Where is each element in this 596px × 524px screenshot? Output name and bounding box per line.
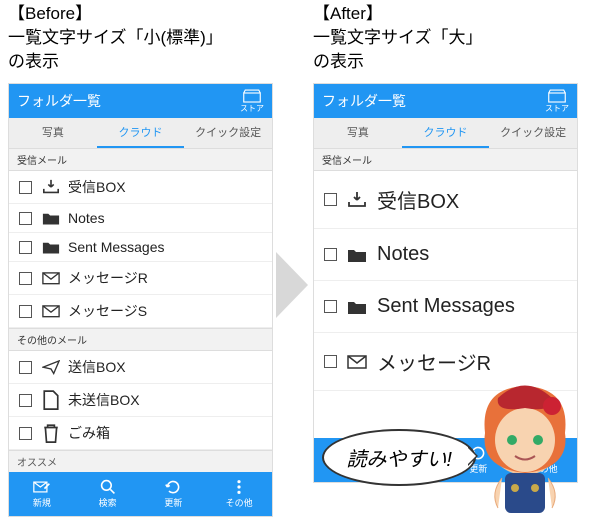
envelope-icon — [42, 303, 60, 319]
checkbox-icon[interactable] — [19, 305, 32, 318]
speech-bubble: 読みやすい! — [322, 429, 476, 486]
folder-row-notes[interactable]: Notes — [314, 229, 577, 281]
checkbox-icon[interactable] — [324, 300, 337, 313]
folder-row-sent[interactable]: Sent Messages — [314, 281, 577, 333]
store-button[interactable]: ストア — [545, 89, 569, 114]
folder-row-inbox[interactable]: 受信BOX — [314, 171, 577, 229]
after-heading: 【After】 一覧文字サイズ「大」 の表示 — [313, 2, 578, 73]
folder-label: 送信BOX — [68, 357, 126, 377]
envelope-icon — [42, 270, 60, 286]
folder-label: Sent Messages — [68, 239, 165, 255]
checkbox-icon[interactable] — [19, 427, 32, 440]
arrow-right-icon — [274, 250, 310, 320]
download-tray-icon — [42, 179, 60, 195]
store-button[interactable]: ストア — [240, 89, 264, 114]
folder-label: メッセージS — [68, 301, 147, 321]
folder-label: 未送信BOX — [68, 390, 140, 410]
new-label: 新規 — [33, 496, 51, 509]
tab-cloud[interactable]: クラウド — [402, 118, 490, 148]
folder-row-sent[interactable]: Sent Messages — [9, 233, 272, 262]
checkbox-icon[interactable] — [324, 355, 337, 368]
tab-quick-settings[interactable]: クイック設定 — [184, 118, 272, 148]
search-label: 検索 — [99, 496, 117, 509]
search-icon — [99, 479, 117, 495]
store-icon — [548, 89, 566, 103]
tab-bar: 写真 クラウド クイック設定 — [9, 118, 272, 148]
section-inbox-header: 受信メール — [9, 148, 272, 171]
bubble-text: 読みやすい! — [346, 449, 452, 471]
section-recommend-header: オススメ — [9, 450, 272, 472]
section-inbox-header: 受信メール — [314, 148, 577, 171]
folder-label: Notes — [377, 243, 429, 266]
checkbox-icon[interactable] — [324, 193, 337, 206]
store-icon — [243, 89, 261, 103]
search-button[interactable]: 検索 — [75, 472, 141, 516]
checkbox-icon[interactable] — [19, 361, 32, 374]
titlebar: フォルダ一覧 ストア — [314, 84, 577, 118]
paper-plane-icon — [42, 359, 60, 375]
folder-icon — [347, 299, 367, 315]
folder-label: Sent Messages — [377, 295, 515, 318]
more-vertical-icon — [230, 479, 248, 495]
store-label: ストア — [240, 103, 264, 114]
titlebar: フォルダ一覧 ストア — [9, 84, 272, 118]
app-title: フォルダ一覧 — [322, 91, 406, 111]
refresh-icon — [164, 479, 182, 495]
folder-row-inbox[interactable]: 受信BOX — [9, 171, 272, 204]
before-phone: フォルダ一覧 ストア 写真 クラウド クイック設定 受信メール 受信BOX — [8, 83, 273, 517]
section-other-header: その他のメール — [9, 328, 272, 351]
app-title: フォルダ一覧 — [17, 91, 101, 111]
checkbox-icon[interactable] — [324, 248, 337, 261]
tab-bar: 写真 クラウド クイック設定 — [314, 118, 577, 148]
folder-row-msg-s[interactable]: メッセージS — [9, 295, 272, 328]
folder-row-msg-r[interactable]: メッセージR — [9, 262, 272, 295]
folder-icon — [42, 210, 60, 226]
folder-label: メッセージR — [377, 347, 491, 376]
checkbox-icon[interactable] — [19, 212, 32, 225]
folder-label: 受信BOX — [377, 185, 459, 214]
compose-icon — [33, 479, 51, 495]
more-button[interactable]: その他 — [206, 472, 272, 516]
tab-cloud[interactable]: クラウド — [97, 118, 185, 148]
new-button[interactable]: 新規 — [9, 472, 75, 516]
checkbox-icon[interactable] — [19, 394, 32, 407]
trash-icon — [42, 425, 60, 441]
folder-label: 受信BOX — [68, 177, 126, 197]
before-heading: 【Before】 一覧文字サイズ「小(標準)」 の表示 — [8, 2, 273, 73]
store-label: ストア — [545, 103, 569, 114]
folder-label: Notes — [68, 210, 105, 226]
tab-photo[interactable]: 写真 — [314, 118, 402, 148]
folder-icon — [347, 247, 367, 263]
refresh-label: 更新 — [164, 496, 182, 509]
bottom-bar: 新規 検索 更新 その他 — [9, 472, 272, 516]
checkbox-icon[interactable] — [19, 241, 32, 254]
tab-photo[interactable]: 写真 — [9, 118, 97, 148]
envelope-icon — [347, 354, 367, 370]
tab-quick-settings[interactable]: クイック設定 — [489, 118, 577, 148]
folder-label: メッセージR — [68, 268, 148, 288]
folder-row-unsent[interactable]: 未送信BOX — [9, 384, 272, 417]
folder-label: ごみ箱 — [68, 423, 110, 443]
refresh-button[interactable]: 更新 — [141, 472, 207, 516]
folder-row-notes[interactable]: Notes — [9, 204, 272, 233]
checkbox-icon[interactable] — [19, 272, 32, 285]
folder-icon — [42, 239, 60, 255]
download-tray-icon — [347, 192, 367, 208]
folder-row-outbox[interactable]: 送信BOX — [9, 351, 272, 384]
folder-row-trash[interactable]: ごみ箱 — [9, 417, 272, 450]
document-icon — [42, 392, 60, 408]
checkbox-icon[interactable] — [19, 181, 32, 194]
more-label: その他 — [226, 496, 253, 509]
